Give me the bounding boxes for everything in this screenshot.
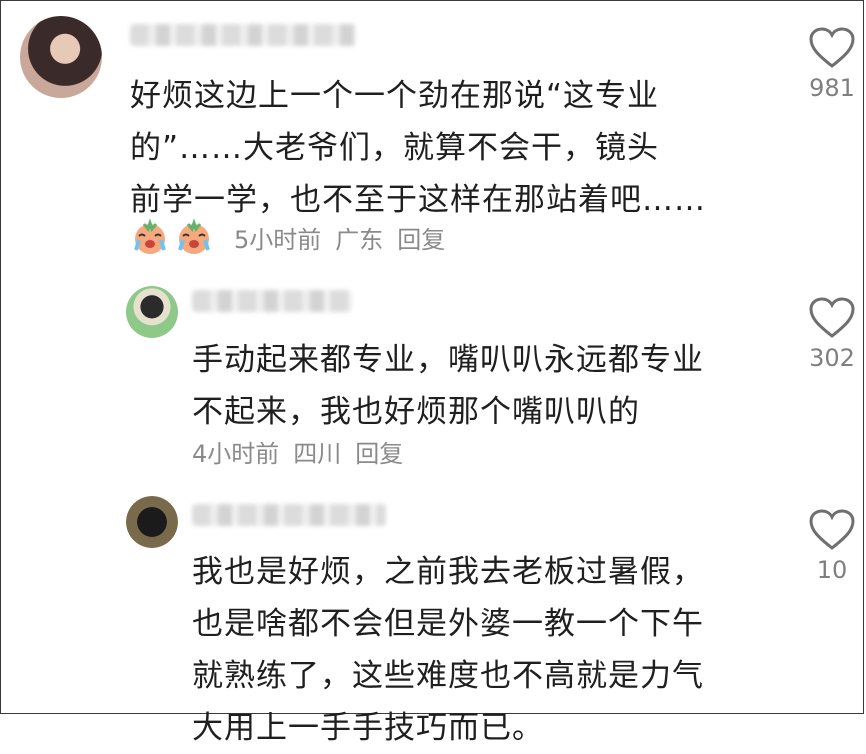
heart-outline-icon <box>809 27 855 68</box>
like-button[interactable]: 10 <box>802 508 862 584</box>
crying-face-emoji-icon <box>130 218 214 256</box>
username-blurred[interactable] <box>192 504 386 526</box>
avatar[interactable] <box>126 496 178 548</box>
like-button[interactable]: 302 <box>802 296 862 372</box>
avatar[interactable] <box>20 16 102 98</box>
comment-meta: 5小时前 广东 回复 <box>130 218 445 256</box>
reply-button[interactable]: 回复 <box>397 220 445 255</box>
username-blurred[interactable] <box>130 24 356 46</box>
reply-item: 手动起来都专业，嘴叭叭永远都专业 不起来，我也好烦那个嘴叭叭的 4小时前 四川 … <box>0 270 866 480</box>
heart-outline-icon <box>809 509 855 550</box>
username-blurred[interactable] <box>192 290 352 312</box>
heart-outline-icon <box>809 297 855 338</box>
crying-face-emoji-icon <box>178 218 210 254</box>
comment-time: 5小时前 <box>234 225 322 254</box>
like-button[interactable]: 981 <box>802 26 862 102</box>
comment-location: 广东 <box>335 225 384 254</box>
reply-text: 我也是好烦，之前我去老板过暑假， 也是啥都不会但是外婆一教一个下午 就熟练了，这… <box>192 554 704 746</box>
crying-face-emoji-icon <box>134 218 166 254</box>
reply-button[interactable]: 回复 <box>355 434 403 469</box>
reply-time: 4小时前 <box>192 440 280 468</box>
comment-item: 好烦这边上一个一个劲在那说“这专业 的”……大老爷们，就算不会干，镜头 前学一学… <box>0 0 866 270</box>
comment-text: 好烦这边上一个一个劲在那说“这专业 的”……大老爷们，就算不会干，镜头 前学一学… <box>130 78 706 218</box>
like-count: 981 <box>809 74 855 102</box>
like-count: 10 <box>816 556 848 584</box>
like-count: 302 <box>809 344 855 372</box>
reply-item: 我也是好烦，之前我去老板过暑假， 也是啥都不会但是外婆一教一个下午 就熟练了，这… <box>0 480 866 746</box>
reply-location: 四川 <box>293 440 342 468</box>
reply-meta: 4小时前 四川 回复 <box>192 434 403 469</box>
reply-text: 手动起来都专业，嘴叭叭永远都专业 不起来，我也好烦那个嘴叭叭的 <box>192 342 704 430</box>
avatar[interactable] <box>126 286 178 338</box>
